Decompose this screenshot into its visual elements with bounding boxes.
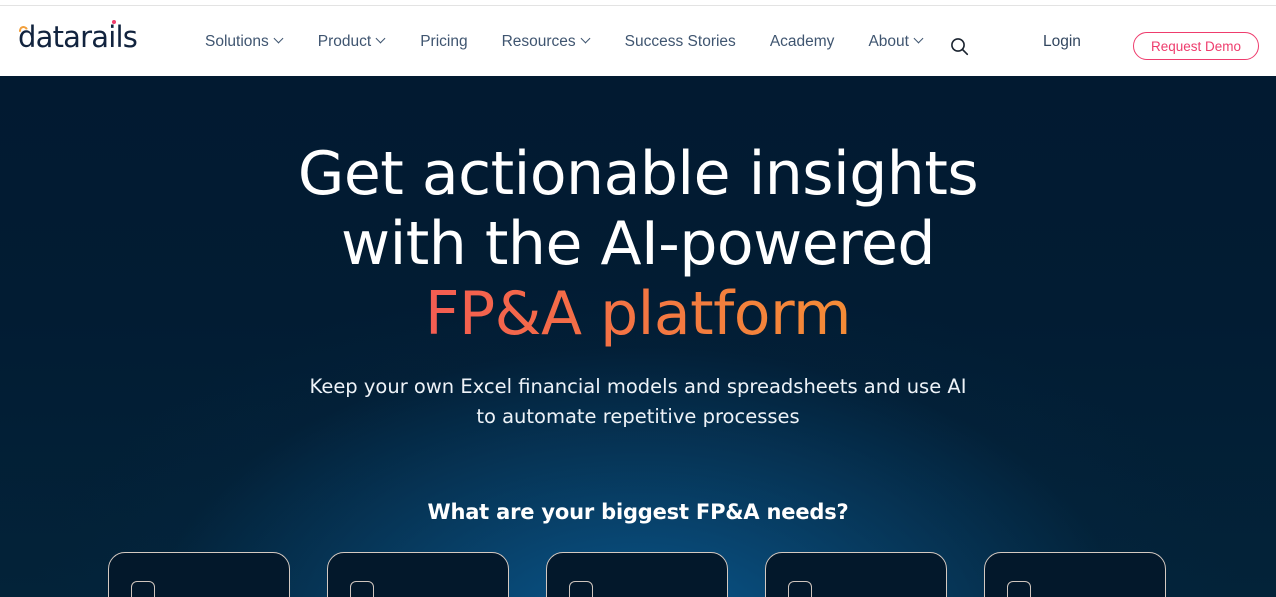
- checkbox-icon[interactable]: [788, 581, 812, 597]
- hero-subtitle-line-1: Keep your own Excel financial models and…: [309, 375, 967, 398]
- hero-title-line-1: Get actionable insights: [297, 139, 979, 209]
- needs-question-heading: What are your biggest FP&A needs?: [427, 500, 849, 524]
- page-title: Get actionable insights with the AI-powe…: [0, 139, 1276, 349]
- needs-card-list: [108, 552, 1168, 597]
- needs-card[interactable]: [546, 552, 728, 597]
- needs-card[interactable]: [984, 552, 1166, 597]
- nav-item-about[interactable]: About: [851, 33, 941, 51]
- checkbox-icon[interactable]: [350, 581, 374, 597]
- logo-wordmark: datarails: [18, 20, 138, 54]
- nav-item-label: About: [868, 32, 909, 50]
- nav-links: Solutions Product Pricing Resources Succ…: [205, 7, 941, 76]
- nav-item-academy[interactable]: Academy: [753, 33, 852, 51]
- login-link[interactable]: Login: [1043, 7, 1081, 76]
- datarails-logo[interactable]: datarails: [17, 20, 138, 57]
- nav-item-resources[interactable]: Resources: [485, 33, 608, 51]
- nav-item-success-stories[interactable]: Success Stories: [608, 33, 753, 51]
- chevron-down-icon: [582, 35, 591, 44]
- checkbox-icon[interactable]: [131, 581, 155, 597]
- hero-title-line-3-gradient: FP&A platform: [0, 279, 1276, 349]
- browser-chrome-edge: [0, 0, 1276, 6]
- checkbox-icon[interactable]: [1007, 581, 1031, 597]
- hero-title-line-2: with the AI-powered: [341, 209, 935, 279]
- page-root: datarails Solutions Product Pricing Reso…: [0, 0, 1276, 597]
- hero-subtitle: Keep your own Excel financial models and…: [0, 372, 1276, 432]
- nav-item-product[interactable]: Product: [301, 33, 403, 51]
- hero-section: Get actionable insights with the AI-powe…: [0, 76, 1276, 597]
- needs-card[interactable]: [108, 552, 290, 597]
- nav-item-label: Solutions: [205, 32, 269, 50]
- chevron-down-icon: [915, 35, 924, 44]
- chevron-down-icon: [377, 35, 386, 44]
- chevron-down-icon: [275, 35, 284, 44]
- request-demo-button[interactable]: Request Demo: [1133, 32, 1259, 60]
- search-icon[interactable]: [946, 33, 972, 59]
- needs-card[interactable]: [327, 552, 509, 597]
- needs-card[interactable]: [765, 552, 947, 597]
- nav-item-label: Pricing: [420, 32, 468, 50]
- main-navigation-bar: datarails Solutions Product Pricing Reso…: [0, 7, 1276, 76]
- hero-subtitle-line-2: to automate repetitive processes: [476, 405, 800, 428]
- nav-item-solutions[interactable]: Solutions: [205, 33, 301, 51]
- nav-item-label: Academy: [769, 32, 835, 50]
- nav-item-label: Success Stories: [624, 32, 736, 50]
- nav-item-pricing[interactable]: Pricing: [403, 33, 484, 51]
- checkbox-icon[interactable]: [569, 581, 593, 597]
- nav-item-label: Resources: [501, 32, 576, 50]
- nav-item-label: Product: [317, 32, 372, 50]
